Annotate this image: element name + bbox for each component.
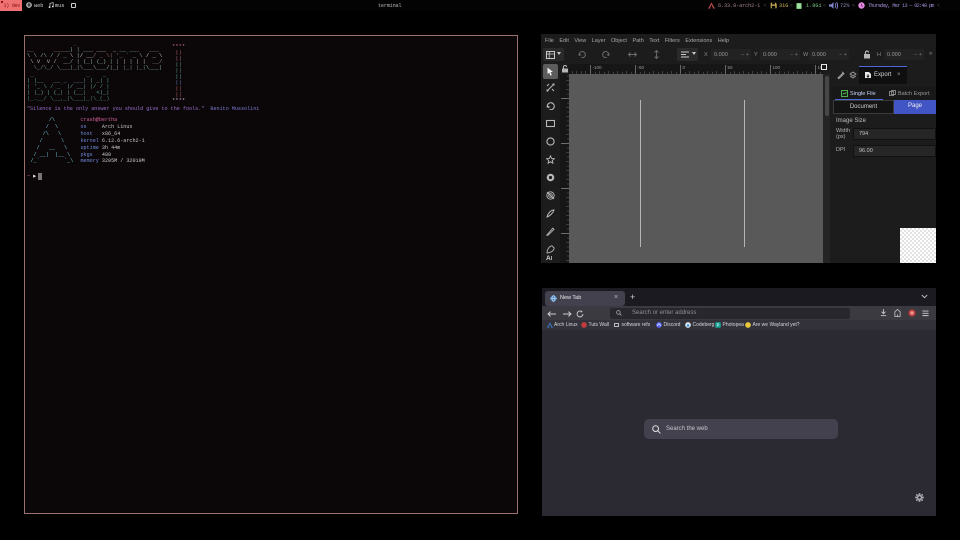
svg-text:100: 100 bbox=[773, 65, 781, 70]
svg-text:-100: -100 bbox=[593, 65, 603, 70]
svg-text:50: 50 bbox=[728, 65, 734, 70]
svg-text:P: P bbox=[717, 323, 720, 328]
svg-text:-50: -50 bbox=[638, 65, 645, 70]
svg-text:0: 0 bbox=[683, 65, 686, 70]
